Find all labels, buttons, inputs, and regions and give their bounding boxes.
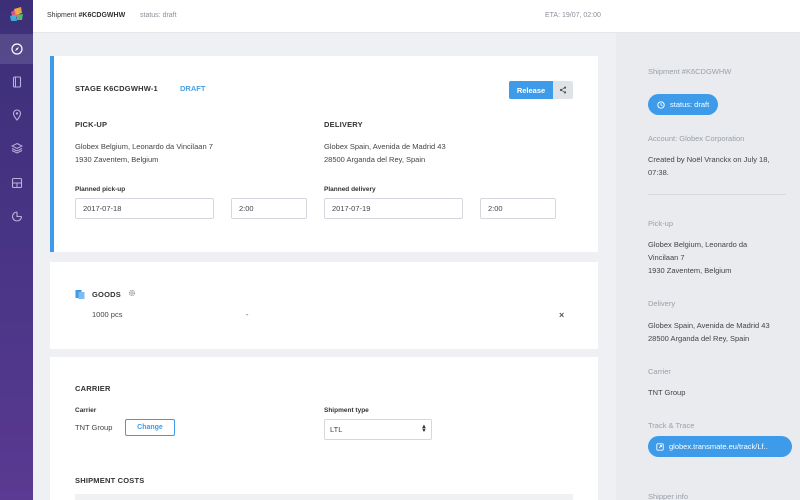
book-icon — [12, 76, 21, 88]
delivery-date-label: Planned delivery — [324, 186, 376, 193]
summary-status-text: status: draft — [670, 100, 710, 109]
pickup-date-label: Planned pick-up — [75, 186, 126, 193]
shipment-costs-table-header — [75, 494, 573, 500]
shipment-status: status: draft — [140, 12, 177, 19]
share-icon — [559, 86, 567, 94]
delivery-address-line1: Globex Spain, Avenida de Madrid 43 — [324, 142, 446, 151]
nav-item-dashboard[interactable] — [0, 168, 33, 198]
carrier-card: CARRIER Carrier TNT Group Change Shipmen… — [50, 357, 598, 500]
summary-shipper-label: Shipper info — [648, 492, 689, 500]
shipment-id: #K6CDGWHW — [78, 12, 126, 19]
carrier-heading: CARRIER — [75, 384, 111, 393]
summary-carrier-value: TNT Group — [648, 388, 686, 397]
summary-shipment-title: Shipment #K6CDGWHW — [648, 67, 732, 76]
shipment-type-select[interactable]: LTL ▲ ▼ — [324, 419, 432, 440]
app-logo[interactable] — [9, 6, 24, 22]
summary-track-label: Track & Trace — [648, 421, 695, 430]
shipment-costs-heading: SHIPMENT COSTS — [75, 476, 145, 485]
dashboard-icon — [11, 177, 22, 189]
delivery-address-line2: 28500 Arganda del Rey, Spain — [324, 155, 426, 164]
pickup-address-line2: 1930 Zaventem, Belgium — [75, 155, 159, 164]
shipment-type-label: Shipment type — [324, 407, 369, 414]
summary-pickup-line3: 1930 Zaventem, Belgium — [648, 266, 732, 275]
goods-quantity: 1000 pcs — [92, 310, 123, 319]
summary-created-line2: 07:38. — [648, 168, 669, 177]
summary-pickup-line2: Vincilaan 7 — [648, 253, 685, 262]
shipment-eta: ETA: 19/07, 02:00 — [545, 12, 601, 19]
summary-delivery-label: Delivery — [648, 299, 676, 308]
pickup-time-input[interactable]: 2:00 — [231, 198, 307, 219]
summary-status-pill[interactable]: status: draft — [648, 94, 719, 115]
summary-pickup-line1: Globex Belgium, Leonardo da — [648, 240, 748, 249]
shipment-label: Shipment — [47, 12, 77, 19]
summary-carrier-label: Carrier — [648, 367, 671, 376]
stage-card: STAGE K6CDGWHW-1 DRAFT Release PICK-UP G… — [50, 56, 598, 252]
share-button[interactable] — [553, 81, 573, 99]
remove-goods-button[interactable]: × — [559, 310, 564, 320]
compass-icon — [10, 43, 23, 55]
carrier-label: Carrier — [75, 407, 97, 414]
top-bar: Shipment #K6CDGWHW status: draft ETA: 19… — [33, 0, 800, 33]
shipment-summary-panel: Shipment #K6CDGWHW status: draft Account… — [616, 33, 800, 500]
pickup-heading: PICK-UP — [75, 120, 108, 129]
pickup-address-line1: Globex Belgium, Leonardo da Vincilaan 7 — [75, 142, 213, 151]
carrier-value: TNT Group — [75, 423, 113, 432]
summary-divider — [648, 194, 786, 195]
summary-delivery-line2: 28500 Arganda del Rey, Spain — [648, 334, 750, 343]
nav-item-analytics[interactable] — [0, 201, 33, 231]
summary-delivery-line1: Globex Spain, Avenida de Madrid 43 — [648, 321, 770, 330]
pie-chart-icon — [11, 211, 22, 222]
goods-icon — [75, 290, 85, 299]
nav-item-explore[interactable] — [0, 34, 33, 64]
release-button[interactable]: Release — [509, 81, 553, 99]
nav-item-book[interactable] — [0, 67, 33, 97]
delivery-heading: DELIVERY — [324, 120, 363, 129]
gear-icon[interactable] — [128, 289, 136, 297]
change-carrier-button[interactable]: Change — [125, 419, 175, 436]
pickup-date-input[interactable]: 2017-07-18 — [75, 198, 214, 219]
clock-icon — [657, 100, 665, 109]
goods-description: - — [246, 310, 249, 319]
nav-item-locations[interactable] — [0, 100, 33, 130]
nav-item-layers[interactable] — [0, 133, 33, 163]
track-trace-url: globex.transmate.eu/track/Lf.. — [669, 442, 768, 451]
summary-pickup-label: Pick-up — [648, 219, 674, 228]
summary-created: Created by Noël Vranckx on July 18, 07:3… — [648, 153, 769, 179]
stage-title: STAGE K6CDGWHW-1 — [75, 84, 158, 93]
location-pin-icon — [12, 109, 21, 121]
goods-card: GOODS 1000 pcs - × — [50, 262, 598, 349]
pickup-address: Globex Belgium, Leonardo da Vincilaan 7 … — [75, 140, 213, 166]
select-arrows-icon: ▲ ▼ — [421, 424, 427, 434]
external-link-icon — [656, 442, 664, 451]
summary-delivery-address: Globex Spain, Avenida de Madrid 43 28500… — [648, 319, 770, 345]
stage-status-badge: DRAFT — [180, 84, 206, 93]
goods-heading: GOODS — [92, 290, 121, 299]
delivery-address: Globex Spain, Avenida de Madrid 43 28500… — [324, 140, 446, 166]
layers-icon — [10, 142, 23, 154]
delivery-date-input[interactable]: 2017-07-19 — [324, 198, 463, 219]
delivery-time-input[interactable]: 2:00 — [480, 198, 556, 219]
track-trace-link[interactable]: globex.transmate.eu/track/Lf.. — [648, 436, 792, 457]
left-nav — [0, 0, 33, 500]
summary-pickup-address: Globex Belgium, Leonardo da Vincilaan 7 … — [648, 238, 747, 277]
shipment-type-value: LTL — [330, 425, 343, 434]
summary-created-line1: Created by Noël Vranckx on July 18, — [648, 155, 770, 164]
shipment-title: Shipment #K6CDGWHW — [47, 12, 125, 19]
summary-account: Account: Globex Corporation — [648, 134, 745, 143]
